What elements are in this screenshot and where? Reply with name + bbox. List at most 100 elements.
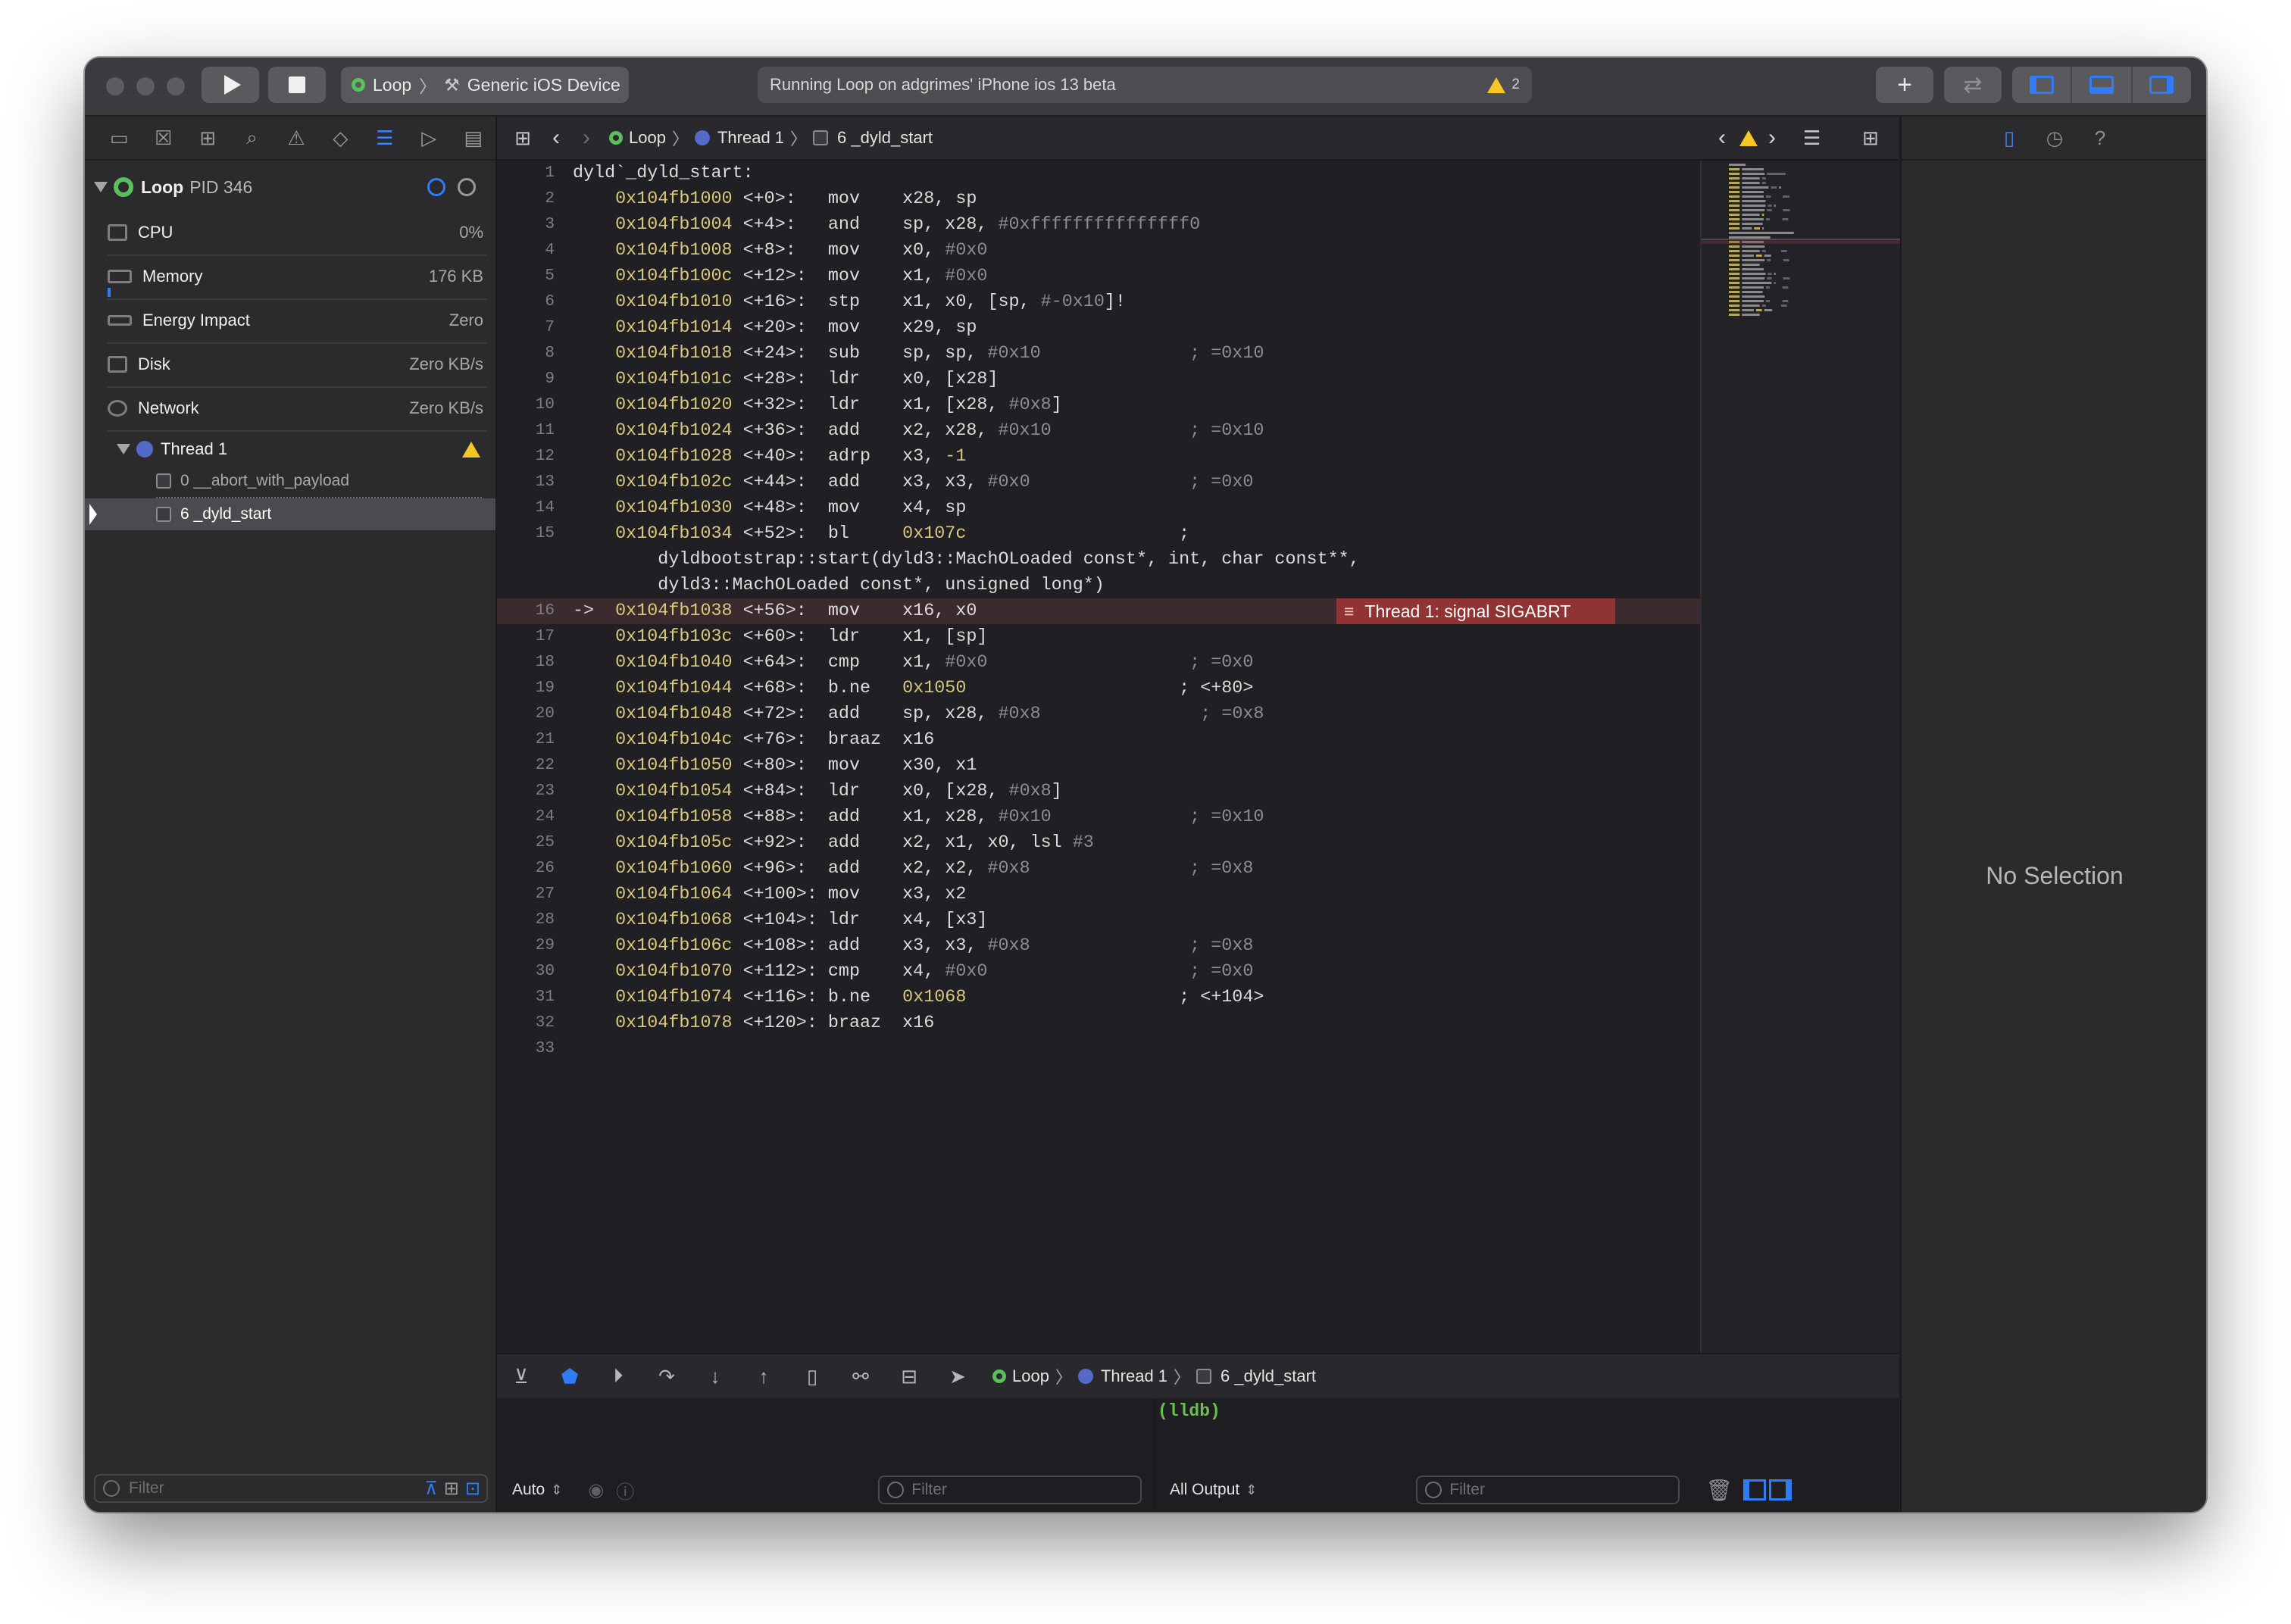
sigabrt-annotation[interactable]: ≡ Thread 1: signal SIGABRT — [1336, 598, 1615, 624]
line-number[interactable]: 14 — [497, 495, 555, 521]
code-line[interactable]: 12 0x104fb1028 <+40>: adrp x3, -1 — [497, 444, 1700, 470]
step-into-icon[interactable]: ↓ — [691, 1365, 739, 1388]
library-add-button[interactable]: + — [1876, 67, 1933, 103]
process-row[interactable]: Loop PID 346 — [85, 170, 495, 205]
gauge-disk[interactable]: Disk Zero KB/s — [108, 342, 486, 388]
forward-chevron-icon[interactable]: › — [571, 125, 602, 151]
code-line[interactable]: 30 0x104fb1070 <+112>: cmp x4, #0x0 ; =0… — [497, 959, 1700, 985]
simulate-location-icon[interactable]: ➤ — [933, 1365, 982, 1388]
continue-icon[interactable]: ⏵ — [594, 1364, 642, 1388]
step-over-icon[interactable]: ↷ — [642, 1365, 691, 1388]
folder-icon[interactable]: ▭ — [97, 126, 141, 150]
warning-count[interactable]: 2 — [1511, 77, 1520, 93]
code-line[interactable]: 13 0x104fb102c <+44>: add x3, x3, #0x0 ;… — [497, 470, 1700, 495]
variables-filter-field[interactable]: Filter — [878, 1476, 1142, 1504]
code-line[interactable]: dyld3::MachOLoaded const*, unsigned long… — [497, 573, 1700, 598]
code-line[interactable]: 2 0x104fb1000 <+0>: mov x28, sp — [497, 186, 1700, 212]
line-number[interactable]: 10 — [497, 392, 555, 418]
debug-frame[interactable]: 6 _dyld_start — [1221, 1366, 1316, 1386]
trash-icon[interactable]: 🗑 — [1705, 1478, 1733, 1503]
show-console-icon[interactable] — [1768, 1479, 1792, 1501]
code-line[interactable]: 32 0x104fb1078 <+120>: braaz x16 — [497, 1010, 1700, 1036]
code-line[interactable]: 4 0x104fb1008 <+8>: mov x0, #0x0 — [497, 238, 1700, 264]
debug-project[interactable]: Loop — [1012, 1366, 1049, 1386]
code-line[interactable]: 23 0x104fb1054 <+84>: ldr x0, [x28, #0x8… — [497, 779, 1700, 804]
code-line[interactable]: 26 0x104fb1060 <+96>: add x2, x2, #0x8 ;… — [497, 856, 1700, 882]
warning-icon[interactable] — [1739, 130, 1758, 146]
debug-thread[interactable]: Thread 1 — [1101, 1366, 1167, 1386]
code-line[interactable]: 15 0x104fb1034 <+52>: bl 0x107c ; — [497, 521, 1700, 547]
line-number[interactable]: 18 — [497, 650, 555, 676]
code-line[interactable]: 20 0x104fb1048 <+72>: add sp, x28, #0x8 … — [497, 701, 1700, 727]
code-line[interactable]: 1 dyld`_dyld_start: — [497, 161, 1700, 186]
variables-mode-popup[interactable]: Auto — [512, 1481, 545, 1499]
gauge-cpu[interactable]: CPU 0% — [108, 211, 486, 256]
code-line[interactable]: 6 0x104fb1010 <+16>: stp x1, x0, [sp, #-… — [497, 289, 1700, 315]
line-number[interactable]: 17 — [497, 624, 555, 650]
report-icon[interactable]: ▤ — [452, 126, 495, 150]
line-number[interactable]: 11 — [497, 418, 555, 444]
line-number[interactable]: 25 — [497, 830, 555, 856]
run-button[interactable] — [202, 67, 259, 103]
toggle-debug-area-button[interactable] — [2072, 67, 2133, 103]
info-icon[interactable]: ⓘ — [616, 1477, 634, 1504]
code-line[interactable]: 21 0x104fb104c <+76>: braaz x16 — [497, 727, 1700, 753]
history-clock-icon[interactable]: ◷ — [2032, 126, 2077, 150]
disclosure-open-icon[interactable] — [94, 182, 108, 192]
line-number[interactable]: 26 — [497, 856, 555, 882]
source-control-icon[interactable]: ☒ — [141, 126, 185, 150]
line-number[interactable]: 27 — [497, 882, 555, 907]
code-line[interactable]: 25 0x104fb105c <+92>: add x2, x1, x0, ls… — [497, 830, 1700, 856]
gauge-energy[interactable]: Energy Impact Zero — [108, 298, 486, 344]
line-number[interactable]: 5 — [497, 264, 555, 289]
previous-issue-icon[interactable]: ‹ — [1718, 125, 1726, 151]
navigator-filter-field[interactable]: Filter ⊼ ⊞ ⊡ — [94, 1474, 488, 1503]
code-line[interactable]: 10 0x104fb1020 <+32>: ldr x1, [x28, #0x8… — [497, 392, 1700, 418]
line-number[interactable]: 4 — [497, 238, 555, 264]
search-icon[interactable]: ⌕ — [230, 126, 273, 150]
line-number[interactable]: 23 — [497, 779, 555, 804]
thread-row[interactable]: Thread 1 — [85, 433, 495, 465]
quick-help-icon[interactable]: ? — [2077, 126, 2123, 150]
line-number[interactable]: 20 — [497, 701, 555, 727]
code-line[interactable]: 19 0x104fb1044 <+68>: b.ne 0x1050 ; <+80… — [497, 676, 1700, 701]
back-chevron-icon[interactable]: ‹ — [541, 125, 571, 151]
code-line[interactable]: 14 0x104fb1030 <+48>: mov x4, sp — [497, 495, 1700, 521]
stack-frame-row-selected[interactable]: 6 _dyld_start — [85, 498, 495, 530]
current-instruction-line[interactable]: 16 -> 0x104fb1038 <+56>: mov x16, x0 ≡ Thre… — [497, 598, 1700, 624]
show-variables-icon[interactable] — [1742, 1479, 1766, 1501]
step-out-icon[interactable]: ↑ — [739, 1365, 788, 1388]
minimize-window-button[interactable] — [136, 77, 155, 95]
line-number[interactable]: 32 — [497, 1010, 555, 1036]
related-items-icon[interactable]: ⊞ — [505, 126, 541, 150]
file-inspector-icon[interactable]: ▯ — [1986, 126, 2032, 150]
line-number[interactable]: 1 — [497, 161, 555, 186]
scheme-selector[interactable]: Loop 〉 ⚒ Generic iOS Device — [341, 67, 629, 103]
console-output-popup[interactable]: All Output — [1170, 1481, 1239, 1499]
code-line[interactable]: 33 — [497, 1036, 1700, 1062]
line-number[interactable]: 22 — [497, 753, 555, 779]
line-number[interactable]: 12 — [497, 444, 555, 470]
test-diamond-icon[interactable]: ◇ — [318, 126, 362, 150]
symbol-icon[interactable]: ⊞ — [186, 126, 230, 150]
line-number[interactable]: 9 — [497, 367, 555, 392]
annotation-menu-icon[interactable]: ≡ — [1344, 598, 1354, 624]
code-line[interactable]: 18 0x104fb1040 <+64>: cmp x1, #0x0 ; =0x… — [497, 650, 1700, 676]
eye-icon[interactable]: ◉ — [588, 1479, 604, 1501]
environment-overrides-icon[interactable]: ⊟ — [885, 1365, 933, 1388]
line-number[interactable]: 31 — [497, 985, 555, 1010]
line-number[interactable]: 30 — [497, 959, 555, 985]
code-line[interactable]: 17 0x104fb103c <+60>: ldr x1, [sp] — [497, 624, 1700, 650]
code-line[interactable]: 5 0x104fb100c <+12>: mov x1, #0x0 — [497, 264, 1700, 289]
code-review-button[interactable]: ⇄ — [1944, 67, 2002, 103]
code-line[interactable]: 31 0x104fb1074 <+116>: b.ne 0x1068 ; <+1… — [497, 985, 1700, 1010]
line-number[interactable]: 6 — [497, 289, 555, 315]
scheme-device[interactable]: Generic iOS Device — [467, 75, 620, 95]
line-number[interactable]: 8 — [497, 341, 555, 367]
gauges-mode-icon[interactable] — [427, 178, 445, 196]
code-line[interactable]: 29 0x104fb106c <+108>: add x3, x3, #0x8 … — [497, 933, 1700, 959]
memory-graph-icon[interactable]: ⚯ — [836, 1365, 885, 1388]
breakpoint-icon[interactable]: ▷ — [407, 126, 451, 150]
line-number[interactable]: 24 — [497, 804, 555, 830]
code-area[interactable]: 1 dyld`_dyld_start: 2 0x104fb1000 <+0>: mo… — [497, 161, 1700, 1353]
